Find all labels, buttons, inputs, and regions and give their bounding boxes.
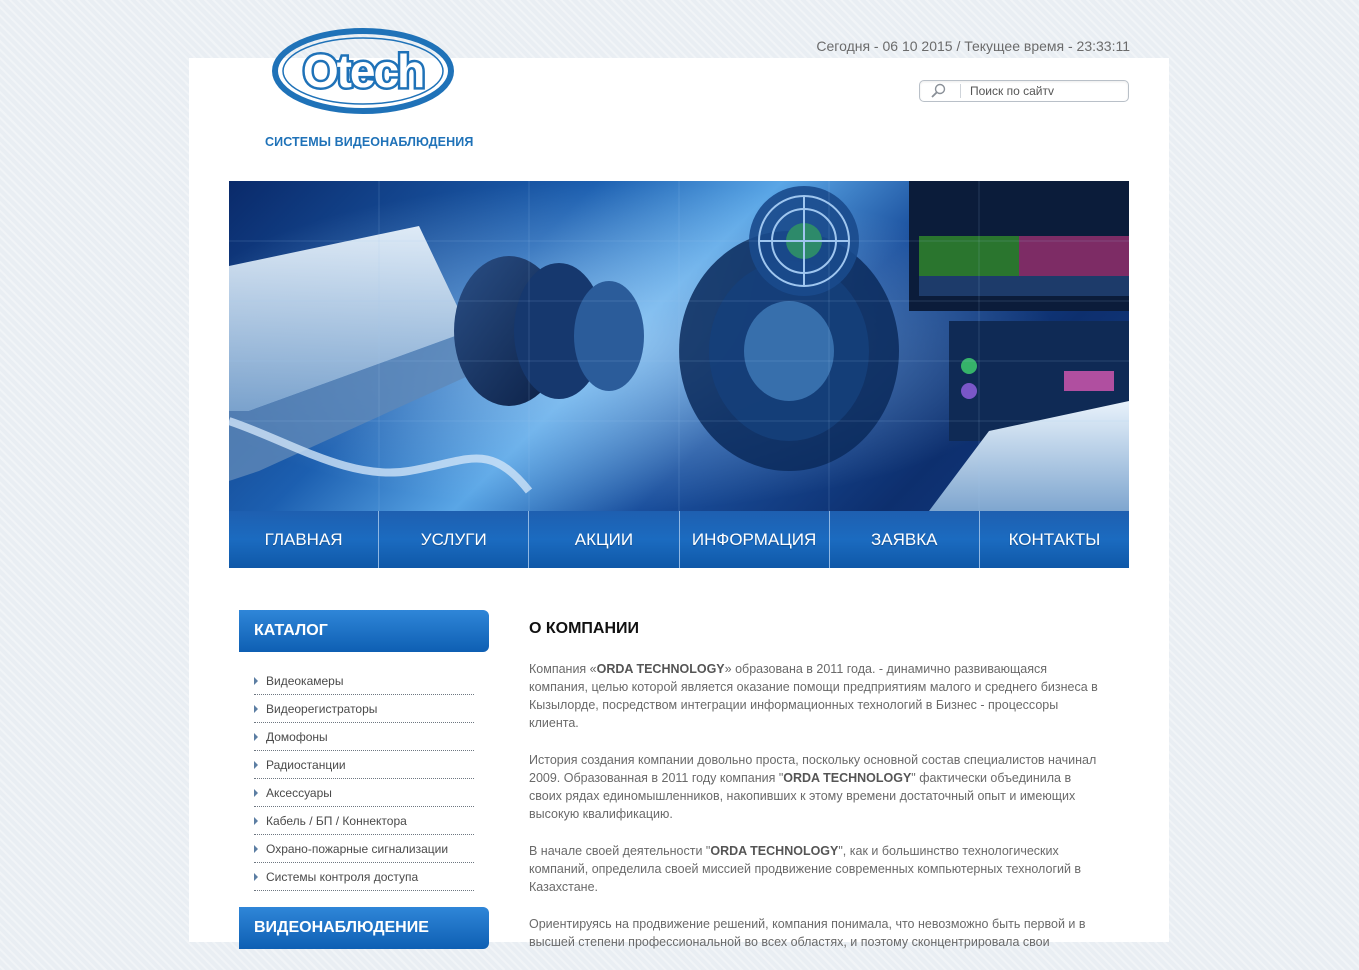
nav-information[interactable]: ИНФОРМАЦИЯ — [680, 511, 830, 568]
site-tagline: СИСТЕМЫ ВИДЕОНАБЛЮДЕНИЯ — [265, 135, 474, 149]
catalog-item-cameras[interactable]: Видеокамеры — [254, 667, 474, 695]
catalog-item-access-control[interactable]: Системы контроля доступа — [254, 863, 474, 891]
catalog-item-label: Домофоны — [266, 730, 328, 744]
catalog-item-label: Кабель / БП / Коннектора — [266, 814, 407, 828]
triangle-right-icon — [254, 873, 258, 881]
triangle-right-icon — [254, 733, 258, 741]
search-divider — [960, 84, 961, 98]
main-navigation: ГЛАВНАЯ УСЛУГИ АКЦИИ ИНФОРМАЦИЯ ЗАЯВКА К… — [229, 511, 1129, 568]
search-box[interactable] — [919, 80, 1129, 102]
nav-contacts[interactable]: КОНТАКТЫ — [980, 511, 1129, 568]
video-surveillance-heading: ВИДЕОНАБЛЮДЕНИЕ — [239, 907, 489, 949]
catalog-list: Видеокамеры Видеорегистраторы Домофоны Р… — [254, 667, 474, 891]
catalog-item-label: Видеорегистраторы — [266, 702, 378, 716]
triangle-right-icon — [254, 789, 258, 797]
catalog-item-alarms[interactable]: Охрано-пожарные сигнализации — [254, 835, 474, 863]
page-title: О КОМПАНИИ — [529, 620, 640, 637]
nav-request[interactable]: ЗАЯВКА — [830, 511, 980, 568]
logo-text-fill: Otech — [303, 45, 423, 97]
search-icon[interactable] — [930, 83, 948, 99]
triangle-right-icon — [254, 761, 258, 769]
catalog-item-label: Радиостанции — [266, 758, 346, 772]
paragraph-intro: Компания «ORDA TECHNOLOGY» образована в … — [529, 662, 1098, 730]
catalog-item-label: Видеокамеры — [266, 674, 344, 688]
triangle-right-icon — [254, 705, 258, 713]
triangle-right-icon — [254, 677, 258, 685]
catalog-item-label: Аксессуары — [266, 786, 332, 800]
catalog-item-cables[interactable]: Кабель / БП / Коннектора — [254, 807, 474, 835]
triangle-right-icon — [254, 817, 258, 825]
triangle-right-icon — [254, 845, 258, 853]
catalog-item-intercoms[interactable]: Домофоны — [254, 723, 474, 751]
catalog-item-recorders[interactable]: Видеорегистраторы — [254, 695, 474, 723]
date-time-display: Сегодня - 06 10 2015 / Текущее время - 2… — [816, 38, 1130, 54]
nav-promotions[interactable]: АКЦИИ — [529, 511, 680, 568]
catalog-item-label: Охрано-пожарные сигнализации — [266, 842, 449, 856]
paragraph-mission: В начале своей деятельности "ORDA TECHNO… — [529, 844, 1082, 894]
site-logo[interactable]: Otech Otech — [268, 26, 458, 116]
search-input[interactable] — [970, 82, 1120, 100]
catalog-heading: КАТАЛОГ — [239, 610, 489, 652]
paragraph-history: История создания компании довольно прост… — [529, 753, 1097, 821]
main-content: О КОМПАНИИ Компания «ORDA TECHNOLOGY» об… — [529, 620, 1099, 970]
paragraph-focus: Ориентируясь на продвижение решений, ком… — [529, 917, 1086, 949]
catalog-item-radios[interactable]: Радиостанции — [254, 751, 474, 779]
nav-home[interactable]: ГЛАВНАЯ — [229, 511, 380, 568]
hero-banner-image — [229, 181, 1129, 511]
catalog-item-accessories[interactable]: Аксессуары — [254, 779, 474, 807]
nav-services[interactable]: УСЛУГИ — [379, 511, 530, 568]
catalog-item-label: Системы контроля доступа — [266, 870, 419, 884]
